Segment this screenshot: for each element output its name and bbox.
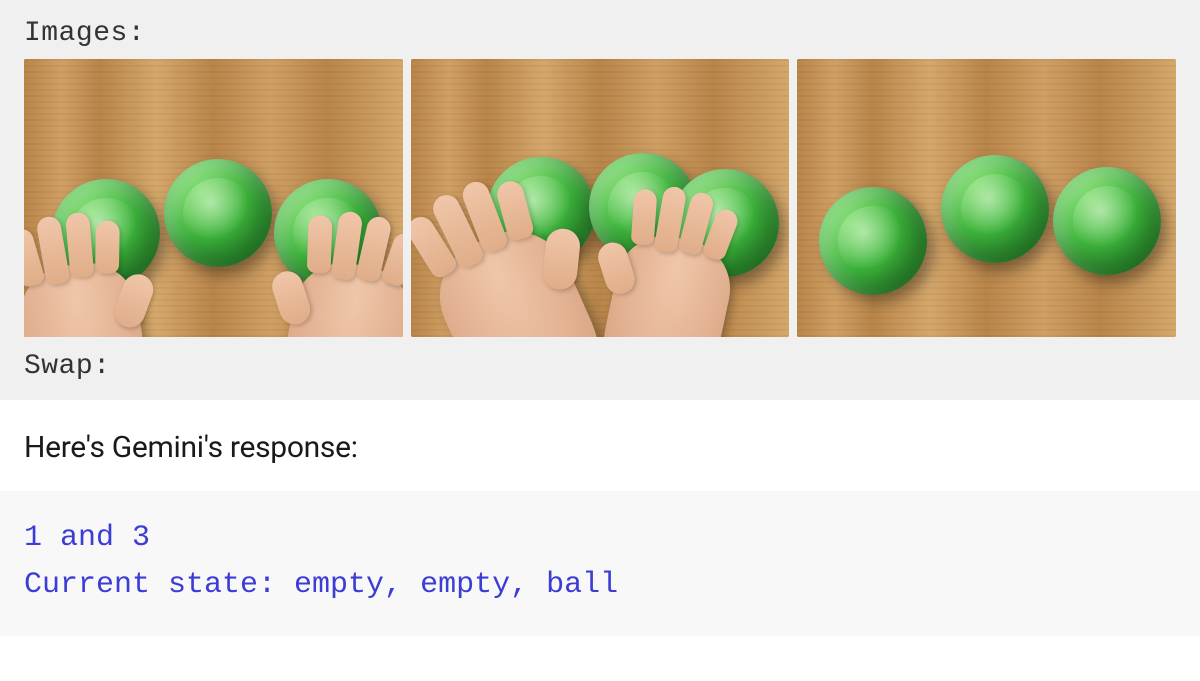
cup-icon — [1053, 167, 1161, 275]
prompt-code-block: Images: — [0, 0, 1200, 400]
narrative-text: Here's Gemini's response: — [0, 400, 1200, 491]
cup-icon — [164, 159, 272, 267]
prompt-images-row — [24, 59, 1176, 337]
frame-1 — [24, 59, 403, 337]
response-code-block: 1 and 3 Current state: empty, empty, bal… — [0, 491, 1200, 636]
cup-icon — [941, 155, 1049, 263]
hand-right-icon — [592, 227, 738, 337]
images-label: Images: — [24, 18, 1176, 49]
response-line-1: 1 and 3 — [24, 515, 1176, 562]
response-line-2: Current state: empty, empty, ball — [24, 562, 1176, 609]
frame-3 — [797, 59, 1176, 337]
frame-2 — [411, 59, 790, 337]
swap-label: Swap: — [24, 351, 1176, 382]
